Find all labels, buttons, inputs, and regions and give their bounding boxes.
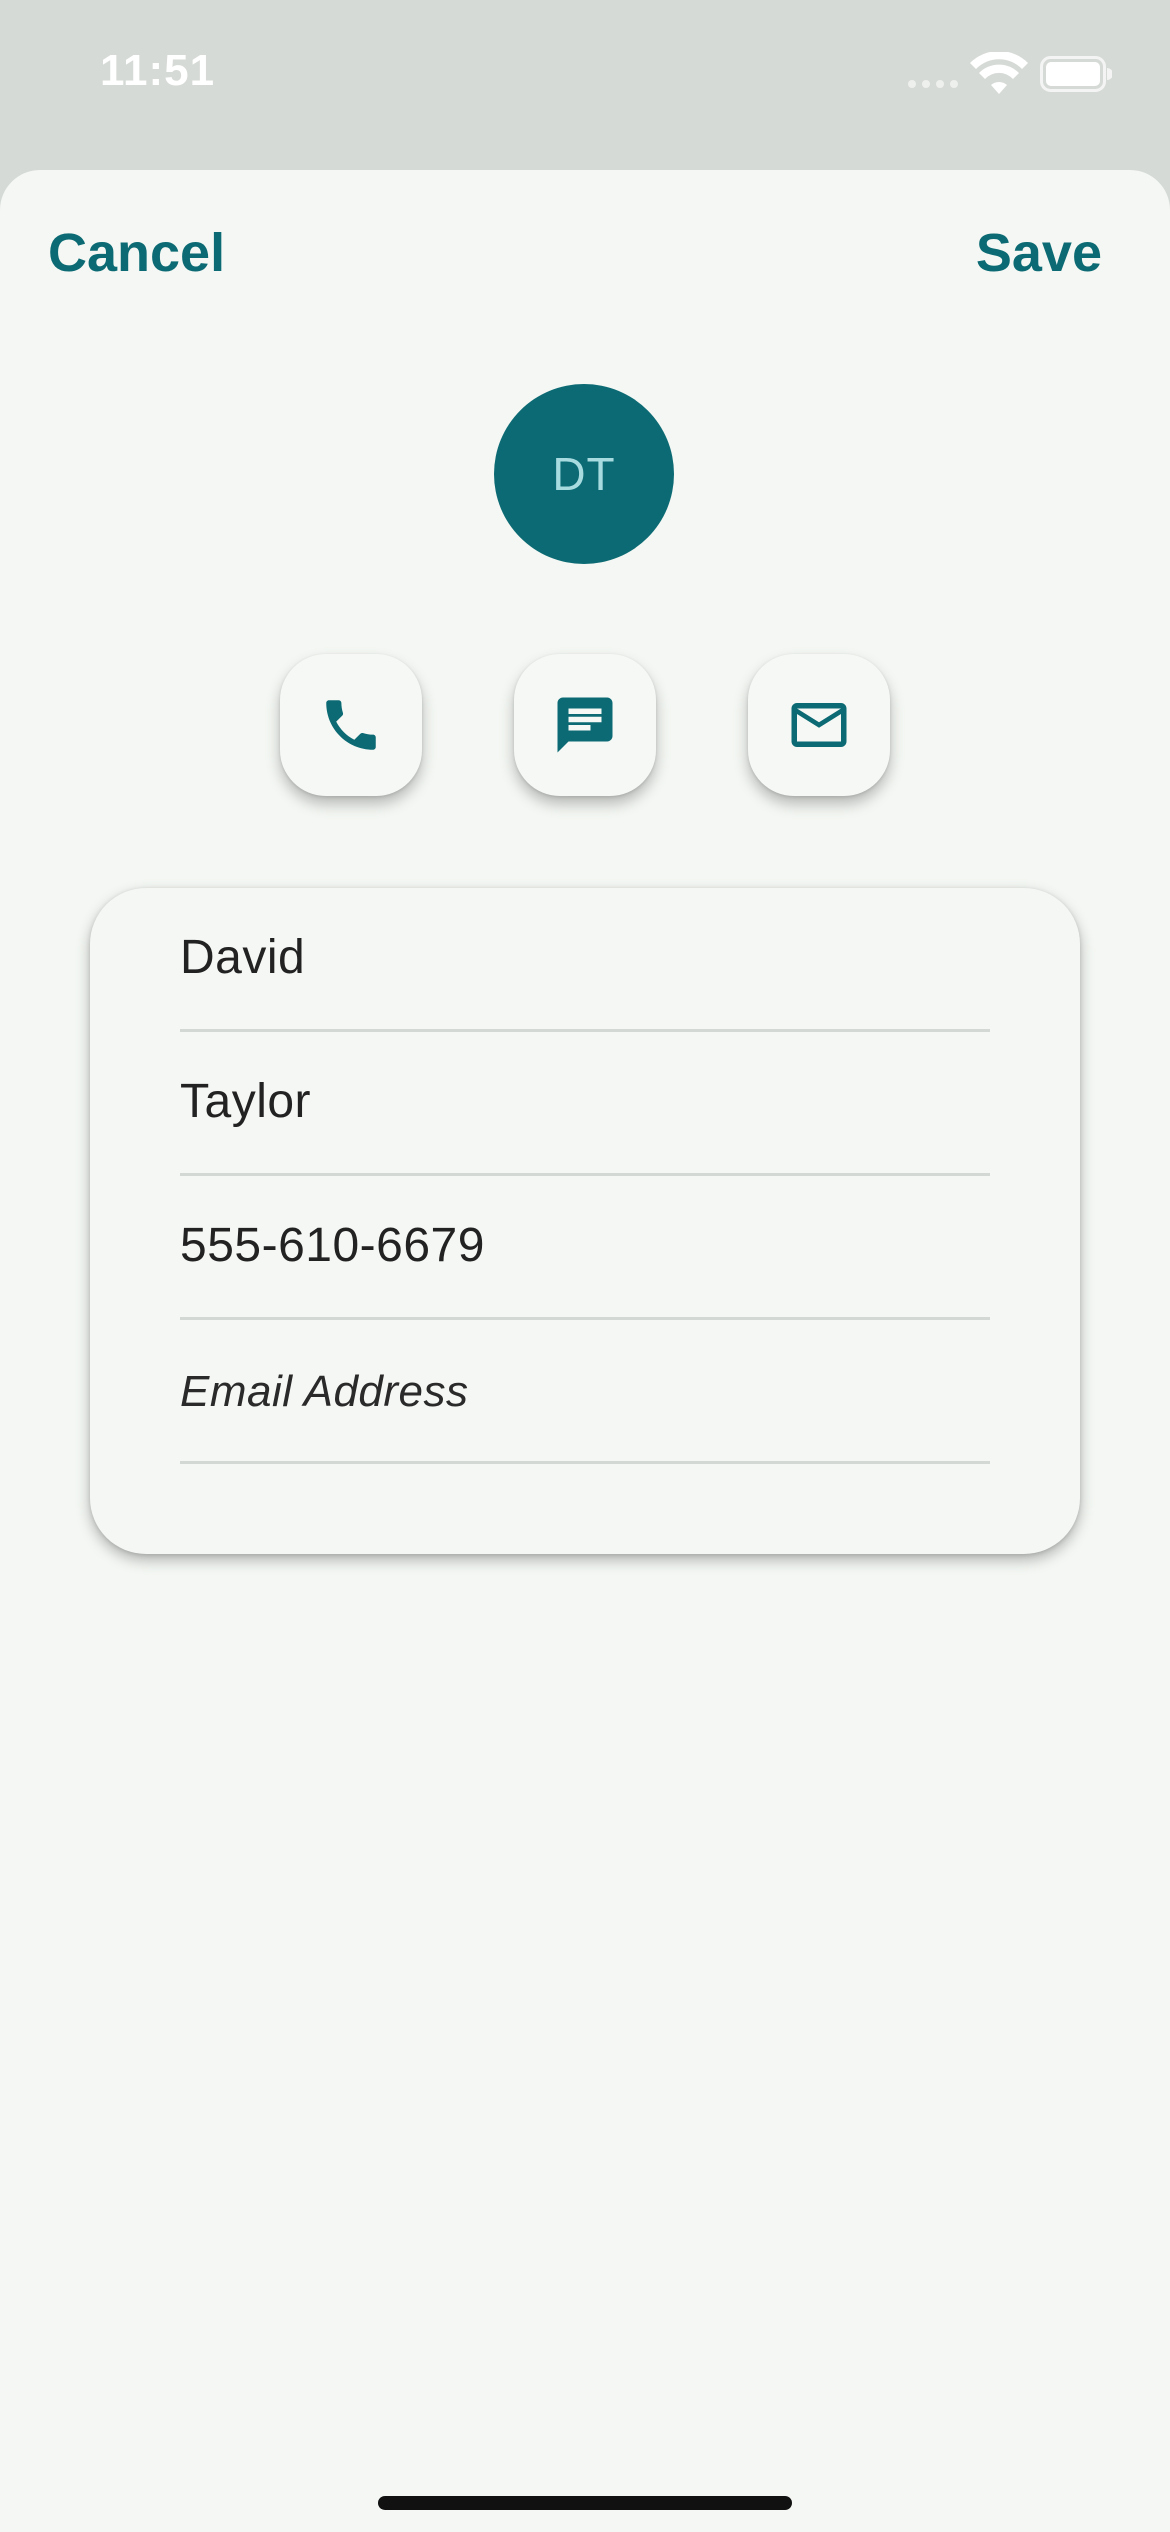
first-name-value: David	[180, 931, 306, 984]
first-name-field[interactable]: David	[180, 888, 990, 1032]
last-name-value: Taylor	[180, 1075, 312, 1128]
phone-field[interactable]: 555-610-6679	[180, 1176, 990, 1320]
phone-icon	[326, 700, 376, 750]
avatar[interactable]: DT	[494, 384, 674, 564]
cancel-button[interactable]: Cancel	[48, 222, 225, 284]
home-indicator[interactable]	[378, 2496, 792, 2510]
battery-icon	[1040, 56, 1112, 92]
message-button[interactable]	[514, 654, 656, 796]
mail-icon	[791, 703, 847, 747]
save-button[interactable]: Save	[976, 222, 1102, 284]
avatar-initials: DT	[552, 448, 616, 500]
message-icon	[557, 697, 613, 753]
cellular-signal-icon	[908, 80, 960, 88]
email-placeholder: Email Address	[180, 1367, 469, 1416]
status-bar: 11:51	[0, 0, 1170, 170]
status-time: 11:51	[100, 46, 216, 95]
phone-value: 555-610-6679	[180, 1219, 485, 1272]
email-button[interactable]	[748, 654, 890, 796]
contact-form-card: David Taylor 555-610-6679 Email Address	[90, 888, 1080, 1554]
wifi-icon	[970, 52, 1028, 94]
call-button[interactable]	[280, 654, 422, 796]
email-field[interactable]: Email Address	[180, 1320, 990, 1464]
edit-contact-sheet: Cancel Save DT David Taylor 555-610-6679…	[0, 170, 1170, 2532]
last-name-field[interactable]: Taylor	[180, 1032, 990, 1176]
